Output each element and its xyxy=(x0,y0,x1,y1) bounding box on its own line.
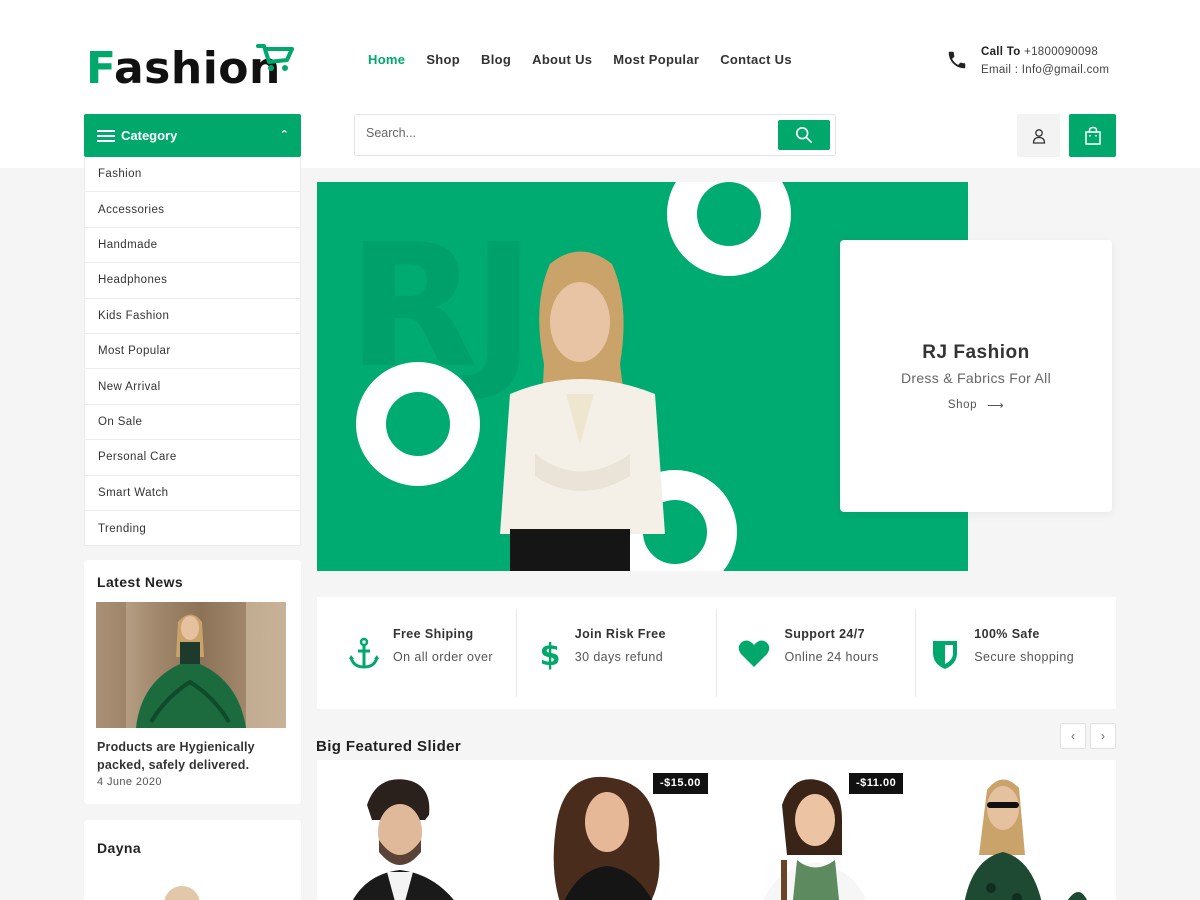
product-image xyxy=(964,779,1087,900)
main-nav: Home Shop Blog About Us Most Popular Con… xyxy=(368,52,792,67)
contact-email[interactable]: Info@gmail.com xyxy=(1022,64,1109,76)
account-button[interactable] xyxy=(1017,114,1060,157)
hero-info-card: RJ Fashion Dress & Fabrics For All Shop … xyxy=(840,240,1112,512)
price-badge: -$11.00 xyxy=(849,773,904,794)
features-bar: Free Shiping On all order over $ Join Ri… xyxy=(317,597,1116,709)
category-item-new-arrival[interactable]: New Arrival xyxy=(85,369,300,405)
category-item-handmade[interactable]: Handmade xyxy=(85,228,300,264)
feature-subtitle: Secure shopping xyxy=(974,650,1075,664)
category-item-most-popular[interactable]: Most Popular xyxy=(85,334,300,370)
feature-title: Support 24/7 xyxy=(784,627,866,641)
feature-free-shipping: Free Shiping On all order over xyxy=(317,597,517,709)
feature-title: Join Risk Free xyxy=(574,627,666,641)
category-item-fashion[interactable]: Fashion xyxy=(85,157,300,193)
news-date: 4 June 2020 xyxy=(97,776,162,788)
search-bar xyxy=(354,114,836,156)
phone-icon xyxy=(948,51,966,69)
product-card[interactable] xyxy=(317,760,517,900)
anchor-icon xyxy=(347,637,381,671)
nav-about-us[interactable]: About Us xyxy=(532,52,592,67)
arrow-right-icon: ⟶ xyxy=(987,400,1005,412)
product-card[interactable]: -$11.00 xyxy=(717,760,917,900)
hero-subtitle: Dress & Fabrics For All xyxy=(900,370,1052,386)
cart-button[interactable] xyxy=(1069,114,1116,157)
nav-shop[interactable]: Shop xyxy=(426,52,460,67)
category-toggle-button[interactable]: Category ⌃ xyxy=(84,114,301,157)
chevron-up-icon: ⌃ xyxy=(279,129,289,141)
category-list: Fashion Accessories Handmade Headphones … xyxy=(84,157,301,546)
decorative-ring xyxy=(667,182,791,276)
featured-slider-heading: Big Featured Slider xyxy=(316,738,462,755)
dayna-heading: Dayna xyxy=(97,840,142,856)
feature-subtitle: Online 24 hours xyxy=(784,650,879,664)
news-title[interactable]: Products are Hygienically packed, safely… xyxy=(97,738,287,774)
news-image[interactable] xyxy=(96,602,286,728)
price-badge: -$15.00 xyxy=(653,773,708,794)
menu-icon xyxy=(97,129,115,142)
nav-blog[interactable]: Blog xyxy=(481,52,511,67)
search-button[interactable] xyxy=(778,120,830,150)
chevron-left-icon: ‹ xyxy=(1071,729,1075,743)
hero-title: RJ Fashion xyxy=(922,342,1030,363)
avatar xyxy=(164,886,200,900)
model-photo xyxy=(500,251,665,571)
category-item-smart-watch[interactable]: Smart Watch xyxy=(85,476,300,511)
dayna-widget: Dayna xyxy=(84,820,301,900)
feature-subtitle: 30 days refund xyxy=(574,650,664,664)
hero-shop-link[interactable]: Shop ⟶ xyxy=(948,398,1004,412)
category-item-kids-fashion[interactable]: Kids Fashion xyxy=(85,299,300,334)
nav-contact-us[interactable]: Contact Us xyxy=(720,52,792,67)
category-item-personal-care[interactable]: Personal Care xyxy=(85,440,300,476)
contact-phone[interactable]: +1800090098 xyxy=(1024,46,1098,58)
user-icon xyxy=(1032,128,1045,144)
category-item-trending[interactable]: Trending xyxy=(85,511,300,546)
nav-most-popular[interactable]: Most Popular xyxy=(613,52,699,67)
site-logo[interactable]: Fashion xyxy=(86,43,294,94)
heart-icon xyxy=(737,637,771,671)
category-item-accessories[interactable]: Accessories xyxy=(85,192,300,228)
dollar-icon: $ xyxy=(533,637,567,671)
svg-text:$: $ xyxy=(539,638,560,671)
feature-safe: 100% Safe Secure shopping xyxy=(916,597,1116,709)
feature-support: Support 24/7 Online 24 hours xyxy=(717,597,917,709)
slider-prev-button[interactable]: ‹ xyxy=(1060,723,1086,749)
category-label: Category xyxy=(121,128,178,143)
chevron-right-icon: › xyxy=(1101,729,1105,743)
decorative-ring xyxy=(356,362,480,486)
search-input[interactable] xyxy=(366,126,766,140)
feature-title: Free Shiping xyxy=(393,627,474,641)
nav-home[interactable]: Home xyxy=(368,52,405,67)
news-photo xyxy=(96,602,286,728)
latest-news-widget: Latest News Products are Hygienically pa… xyxy=(84,560,301,804)
shield-icon xyxy=(928,637,962,671)
latest-news-heading: Latest News xyxy=(97,574,184,590)
logo-text: Fashion xyxy=(86,43,281,94)
feature-join-risk-free: $ Join Risk Free 30 days refund xyxy=(517,597,717,709)
contact-phone-line: Call To +1800090098 xyxy=(981,46,1099,58)
product-image xyxy=(353,779,454,900)
feature-subtitle: On all order over xyxy=(393,650,493,664)
product-card[interactable]: -$15.00 xyxy=(517,760,717,900)
featured-slider: -$15.00 -$11.00 xyxy=(317,760,1116,900)
shopping-bag-icon xyxy=(1084,126,1101,145)
product-card[interactable] xyxy=(917,760,1116,900)
category-item-headphones[interactable]: Headphones xyxy=(85,263,300,299)
category-item-on-sale[interactable]: On Sale xyxy=(85,405,300,441)
search-icon xyxy=(795,126,813,144)
slider-next-button[interactable]: › xyxy=(1090,723,1116,749)
hero-shop-label: Shop xyxy=(947,399,978,411)
contact-email-line: Email : Info@gmail.com xyxy=(981,64,1110,76)
feature-title: 100% Safe xyxy=(974,627,1040,641)
cart-logo-icon xyxy=(256,44,294,71)
